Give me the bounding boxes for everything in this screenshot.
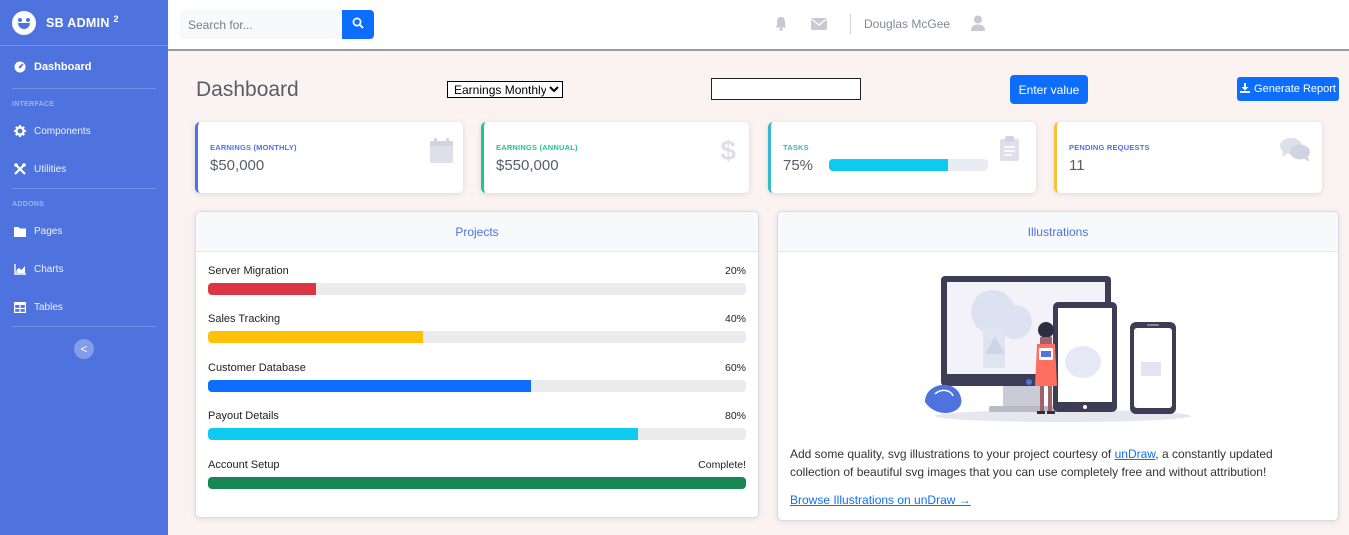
progress-bar [208,283,746,295]
sidebar-item-utilities[interactable]: Utilities [0,150,168,188]
project-percent: 60% [724,362,746,374]
download-icon [1240,82,1251,96]
comments-icon [1280,137,1311,168]
sidebar: SB ADMIN 2 Dashboard INTERFACE Component… [0,0,168,535]
cog-icon [13,125,26,138]
description-text: Add some quality, svg illustrations to y… [790,447,1115,461]
sidebar-item-label: Utilities [34,163,67,175]
progress-fill [208,477,746,489]
chart-area-icon [13,263,26,276]
project-percent: Complete! [698,459,746,471]
progress-fill [208,331,424,343]
project-name: Payout Details [208,410,279,422]
clipboard-icon [1000,136,1019,166]
generate-report-button[interactable]: Generate Report [1237,77,1339,101]
calendar-icon [430,138,453,168]
sidebar-item-dashboard[interactable]: Dashboard [0,46,168,88]
project-name: Customer Database [208,362,306,374]
enter-value-button[interactable]: Enter value [1010,75,1088,104]
topbar: Douglas McGee [168,0,1349,51]
search-input[interactable] [180,10,342,39]
table-icon [13,301,26,314]
illustrations-description: Add some quality, svg illustrations to y… [790,445,1310,481]
user-name[interactable]: Douglas McGee [864,17,950,31]
stat-card-pending-requests: PENDING REQUESTS 11 [1054,122,1322,193]
smiley-logo-icon [12,10,36,35]
sidebar-toggle-button[interactable]: < [74,339,94,359]
devices-illustration [925,276,1191,422]
project-name: Sales Tracking [208,313,281,325]
stat-value: 75% [783,157,814,174]
sidebar-item-charts[interactable]: Charts [0,250,168,288]
project-percent: 40% [724,313,746,325]
panel-title: Projects [196,212,758,252]
stat-label: EARNINGS (MONTHLY) [210,143,297,152]
project-name: Account Setup [208,459,280,471]
envelope-icon[interactable] [811,17,827,35]
brand[interactable]: SB ADMIN 2 [0,0,168,46]
progress-bar [208,331,746,343]
tasks-progress-bar [829,159,988,171]
stat-label: PENDING REQUESTS [1069,143,1150,152]
progress-bar [208,380,746,392]
earnings-period-select[interactable]: Earnings Monthly [447,81,563,98]
sidebar-item-components[interactable]: Components [0,112,168,150]
wrench-icon [13,163,26,176]
stat-value: $550,000 [496,157,559,174]
sidebar-item-label: Dashboard [34,61,92,73]
stat-card-earnings-annual: EARNINGS (ANNUAL) $550,000 $ [481,122,749,193]
project-percent: 20% [724,265,746,277]
sidebar-item-label: Pages [34,225,63,237]
user-icon[interactable] [971,15,985,36]
topbar-divider [850,14,851,34]
stat-card-tasks: TASKS 75% [768,122,1036,193]
progress-bar [208,477,746,489]
search-form [180,10,374,39]
divider [12,326,156,327]
search-button[interactable] [342,10,374,39]
tachometer-icon [13,61,26,74]
undraw-link[interactable]: unDraw [1115,447,1156,461]
stat-label: EARNINGS (ANNUAL) [496,143,578,152]
stat-card-earnings-monthly: EARNINGS (MONTHLY) $50,000 [195,122,463,193]
sidebar-item-label: Components [34,125,91,137]
generate-report-label: Generate Report [1254,83,1336,95]
projects-panel: Projects Server Migration 20% Sales Trac… [195,211,759,518]
illustrations-panel: Illustrations Add some quality, svg illu… [777,211,1339,521]
sidebar-item-pages[interactable]: Pages [0,212,168,250]
sidebar-item-label: Tables [34,301,63,313]
sidebar-item-label: Charts [34,263,64,275]
folder-icon [13,225,26,238]
dollar-icon: $ [720,135,736,166]
progress-fill [208,283,316,295]
progress-fill [208,380,531,392]
sidebar-item-tables[interactable]: Tables [0,288,168,326]
project-name: Server Migration [208,265,289,277]
tasks-progress-fill [829,159,949,171]
brand-text: SB ADMIN 2 [46,14,119,31]
project-percent: 80% [724,410,746,422]
search-icon [352,16,364,34]
progress-bar [208,428,746,440]
sidebar-heading-addons: ADDONS [12,201,45,208]
stat-value: 11 [1069,157,1085,174]
panel-title: Illustrations [778,212,1338,252]
progress-fill [208,428,639,440]
stat-value: $50,000 [210,157,265,174]
sidebar-heading-interface: INTERFACE [12,101,55,108]
page-title: Dashboard [196,78,299,101]
browse-illustrations-link[interactable]: Browse Illustrations on unDraw → [790,493,971,507]
bell-icon[interactable] [774,16,788,36]
stat-label: TASKS [783,143,809,152]
value-input[interactable] [711,78,861,100]
